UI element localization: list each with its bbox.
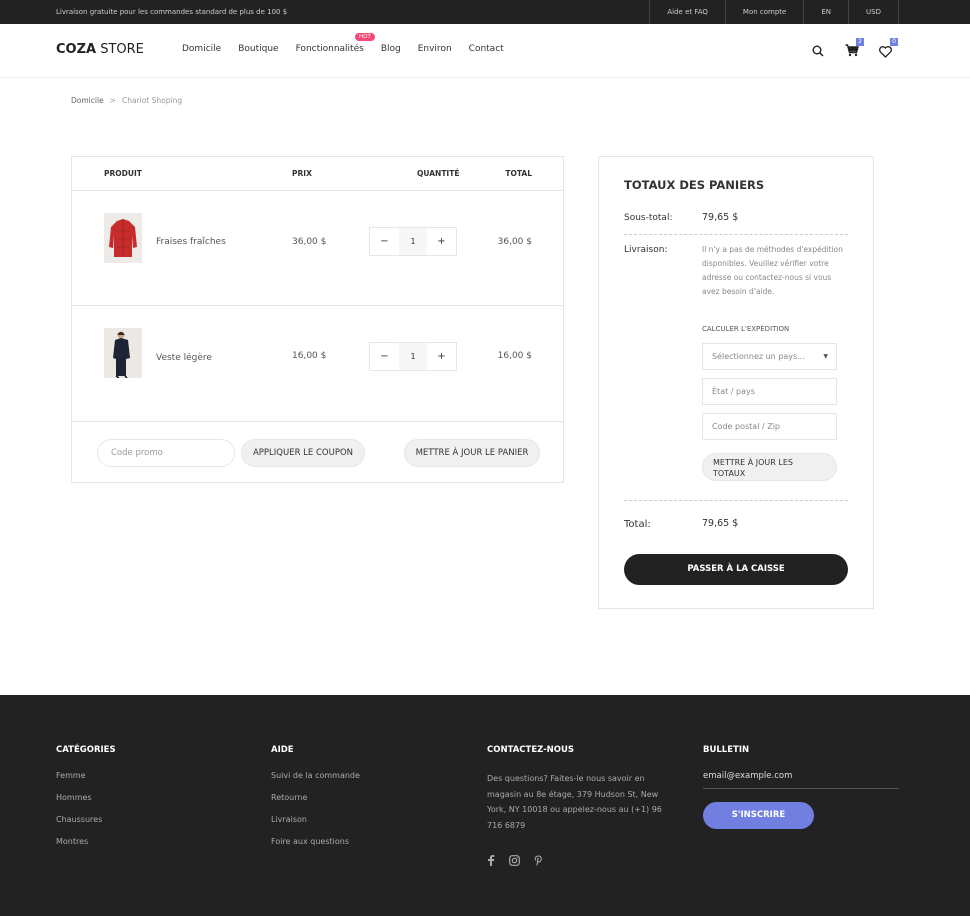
product-image-red-jacket[interactable]	[104, 213, 142, 263]
footer-link-shoes[interactable]: Chaussures	[56, 815, 116, 824]
footer-link-order-tracking[interactable]: Suivi de la commande	[271, 771, 360, 780]
nav-item-blog[interactable]: Blog	[381, 44, 401, 54]
shipping-label: Livraison:	[624, 245, 668, 255]
instagram-icon[interactable]	[509, 851, 520, 870]
wishlist-count-badge: 0	[890, 38, 898, 46]
footer-link-watches[interactable]: Montres	[56, 837, 116, 846]
quantity-stepper: − 1 +	[369, 342, 457, 371]
free-shipping-promo: Livraison gratuite pour les commandes st…	[56, 8, 288, 16]
my-account-link[interactable]: Mon compte	[724, 0, 803, 24]
product-price: 16,00 $	[292, 351, 327, 361]
divider	[624, 500, 848, 501]
footer-heading: BULLETIN	[703, 745, 750, 755]
line-total: 36,00 $	[497, 237, 532, 247]
postcode-field[interactable]: Code postal / Zip	[702, 413, 837, 440]
chevron-down-icon: ▼	[823, 353, 828, 360]
product-price: 36,00 $	[292, 237, 327, 247]
language-selector[interactable]: EN	[803, 0, 848, 24]
apply-coupon-button[interactable]: APPLIQUER LE COUPON	[241, 439, 365, 467]
table-row: Fraises fraîches 36,00 $ − 1 + 36,00 $	[72, 191, 563, 306]
facebook-icon[interactable]	[487, 851, 495, 870]
footer-link-men[interactable]: Hommes	[56, 793, 116, 802]
pinterest-icon[interactable]	[534, 851, 543, 870]
divider	[624, 234, 848, 235]
breadcrumb: Domicile > Chariot Shoping	[71, 96, 182, 105]
checkout-button[interactable]: PASSER À LA CAISSE	[624, 554, 848, 585]
nav-item-home[interactable]: Domicile	[182, 44, 221, 54]
top-bar: Livraison gratuite pour les commandes st…	[0, 0, 970, 24]
total-label: Total:	[624, 519, 651, 530]
quantity-stepper: − 1 +	[369, 227, 457, 256]
social-links	[487, 851, 667, 870]
country-select[interactable]: Sélectionnez un pays... ▼	[702, 343, 837, 370]
footer-link-faq[interactable]: Foire aux questions	[271, 837, 360, 846]
nav-item-features[interactable]: Fonctionnalités	[296, 44, 364, 54]
column-header-total: TOTAL	[505, 169, 532, 178]
subtotal-label: Sous-total:	[624, 213, 673, 223]
cart-table-header: PRODUIT PRIX QUANTITÉ TOTAL	[72, 157, 563, 191]
footer-link-women[interactable]: Femme	[56, 771, 116, 780]
footer-heading: CATÉGORIES	[56, 745, 116, 755]
state-field[interactable]: État / pays	[702, 378, 837, 405]
footer-link-shipping[interactable]: Livraison	[271, 815, 360, 824]
subtotal-value: 79,65 $	[702, 212, 739, 223]
cart-totals-title: TOTAUX DES PANIERS	[624, 178, 765, 192]
footer-link-returns[interactable]: Retourne	[271, 793, 360, 802]
footer: CATÉGORIES Femme Hommes Chaussures Montr…	[0, 695, 970, 916]
chevron-right-icon: >	[109, 96, 116, 105]
update-cart-button[interactable]: METTRE À JOUR LE PANIER	[404, 439, 540, 467]
subscribe-button[interactable]: S'INSCRIRE	[703, 802, 814, 829]
main-nav: Domicile Boutique Fonctionnalités Blog E…	[182, 44, 521, 54]
newsletter-email-input[interactable]: email@example.com	[703, 771, 899, 789]
qty-decrease-button[interactable]: −	[370, 343, 399, 370]
product-name[interactable]: Fraises fraîches	[156, 237, 226, 247]
help-faq-link[interactable]: Aide et FAQ	[649, 0, 725, 24]
product-image-dark-jacket[interactable]	[104, 328, 142, 378]
logo[interactable]: COZA STORE	[56, 42, 144, 57]
column-header-price: PRIX	[292, 169, 312, 178]
update-totals-button[interactable]: METTRE À JOUR LES TOTAUX	[702, 453, 837, 481]
qty-input[interactable]: 1	[399, 343, 427, 370]
qty-increase-button[interactable]: +	[427, 343, 456, 370]
calculate-shipping-label: CALCULER L'EXPÉDITION	[702, 325, 790, 333]
contact-text: Des questions? Faites-le nous savoir en …	[487, 774, 662, 830]
top-bar-links: Aide et FAQ Mon compte EN USD	[649, 0, 899, 24]
footer-help: AIDE Suivi de la commande Retourne Livra…	[271, 745, 360, 859]
footer-heading: CONTACTEZ-NOUS	[487, 745, 575, 755]
cart-table: PRODUIT PRIX QUANTITÉ TOTAL Fraises fraî…	[71, 156, 564, 483]
search-icon[interactable]	[812, 42, 824, 61]
shipping-note: Il n'y a pas de méthodes d'expédition di…	[702, 245, 843, 296]
qty-decrease-button[interactable]: −	[370, 228, 399, 255]
hot-badge: HOT	[355, 33, 375, 41]
breadcrumb-home[interactable]: Domicile	[71, 96, 104, 105]
total-value: 79,65 $	[702, 518, 739, 529]
footer-heading: AIDE	[271, 745, 294, 755]
main-header: COZA STORE Domicile Boutique Fonctionnal…	[0, 24, 970, 78]
nav-item-about[interactable]: Environ	[418, 44, 452, 54]
line-total: 16,00 $	[497, 351, 532, 361]
breadcrumb-current: Chariot Shoping	[121, 96, 183, 105]
cart-count-badge: 2	[856, 38, 864, 46]
column-header-product: PRODUIT	[104, 169, 142, 178]
qty-input[interactable]: 1	[399, 228, 427, 255]
nav-item-shop[interactable]: Boutique	[238, 44, 278, 54]
product-name[interactable]: Veste légère	[156, 353, 212, 363]
footer-categories: CATÉGORIES Femme Hommes Chaussures Montr…	[56, 745, 116, 859]
table-row: Veste légère 16,00 $ − 1 + 16,00 $	[72, 306, 563, 422]
nav-item-contact[interactable]: Contact	[469, 44, 504, 54]
footer-contact: CONTACTEZ-NOUS Des questions? Faites-le …	[487, 745, 667, 870]
qty-increase-button[interactable]: +	[427, 228, 456, 255]
cart-totals-panel: TOTAUX DES PANIERS Sous-total: 79,65 $ L…	[598, 156, 874, 609]
currency-selector[interactable]: USD	[848, 0, 899, 24]
footer-newsletter: BULLETIN email@example.com S'INSCRIRE	[703, 745, 899, 829]
coupon-code-input[interactable]: Code promo	[97, 439, 235, 467]
column-header-quantity: QUANTITÉ	[417, 169, 460, 178]
